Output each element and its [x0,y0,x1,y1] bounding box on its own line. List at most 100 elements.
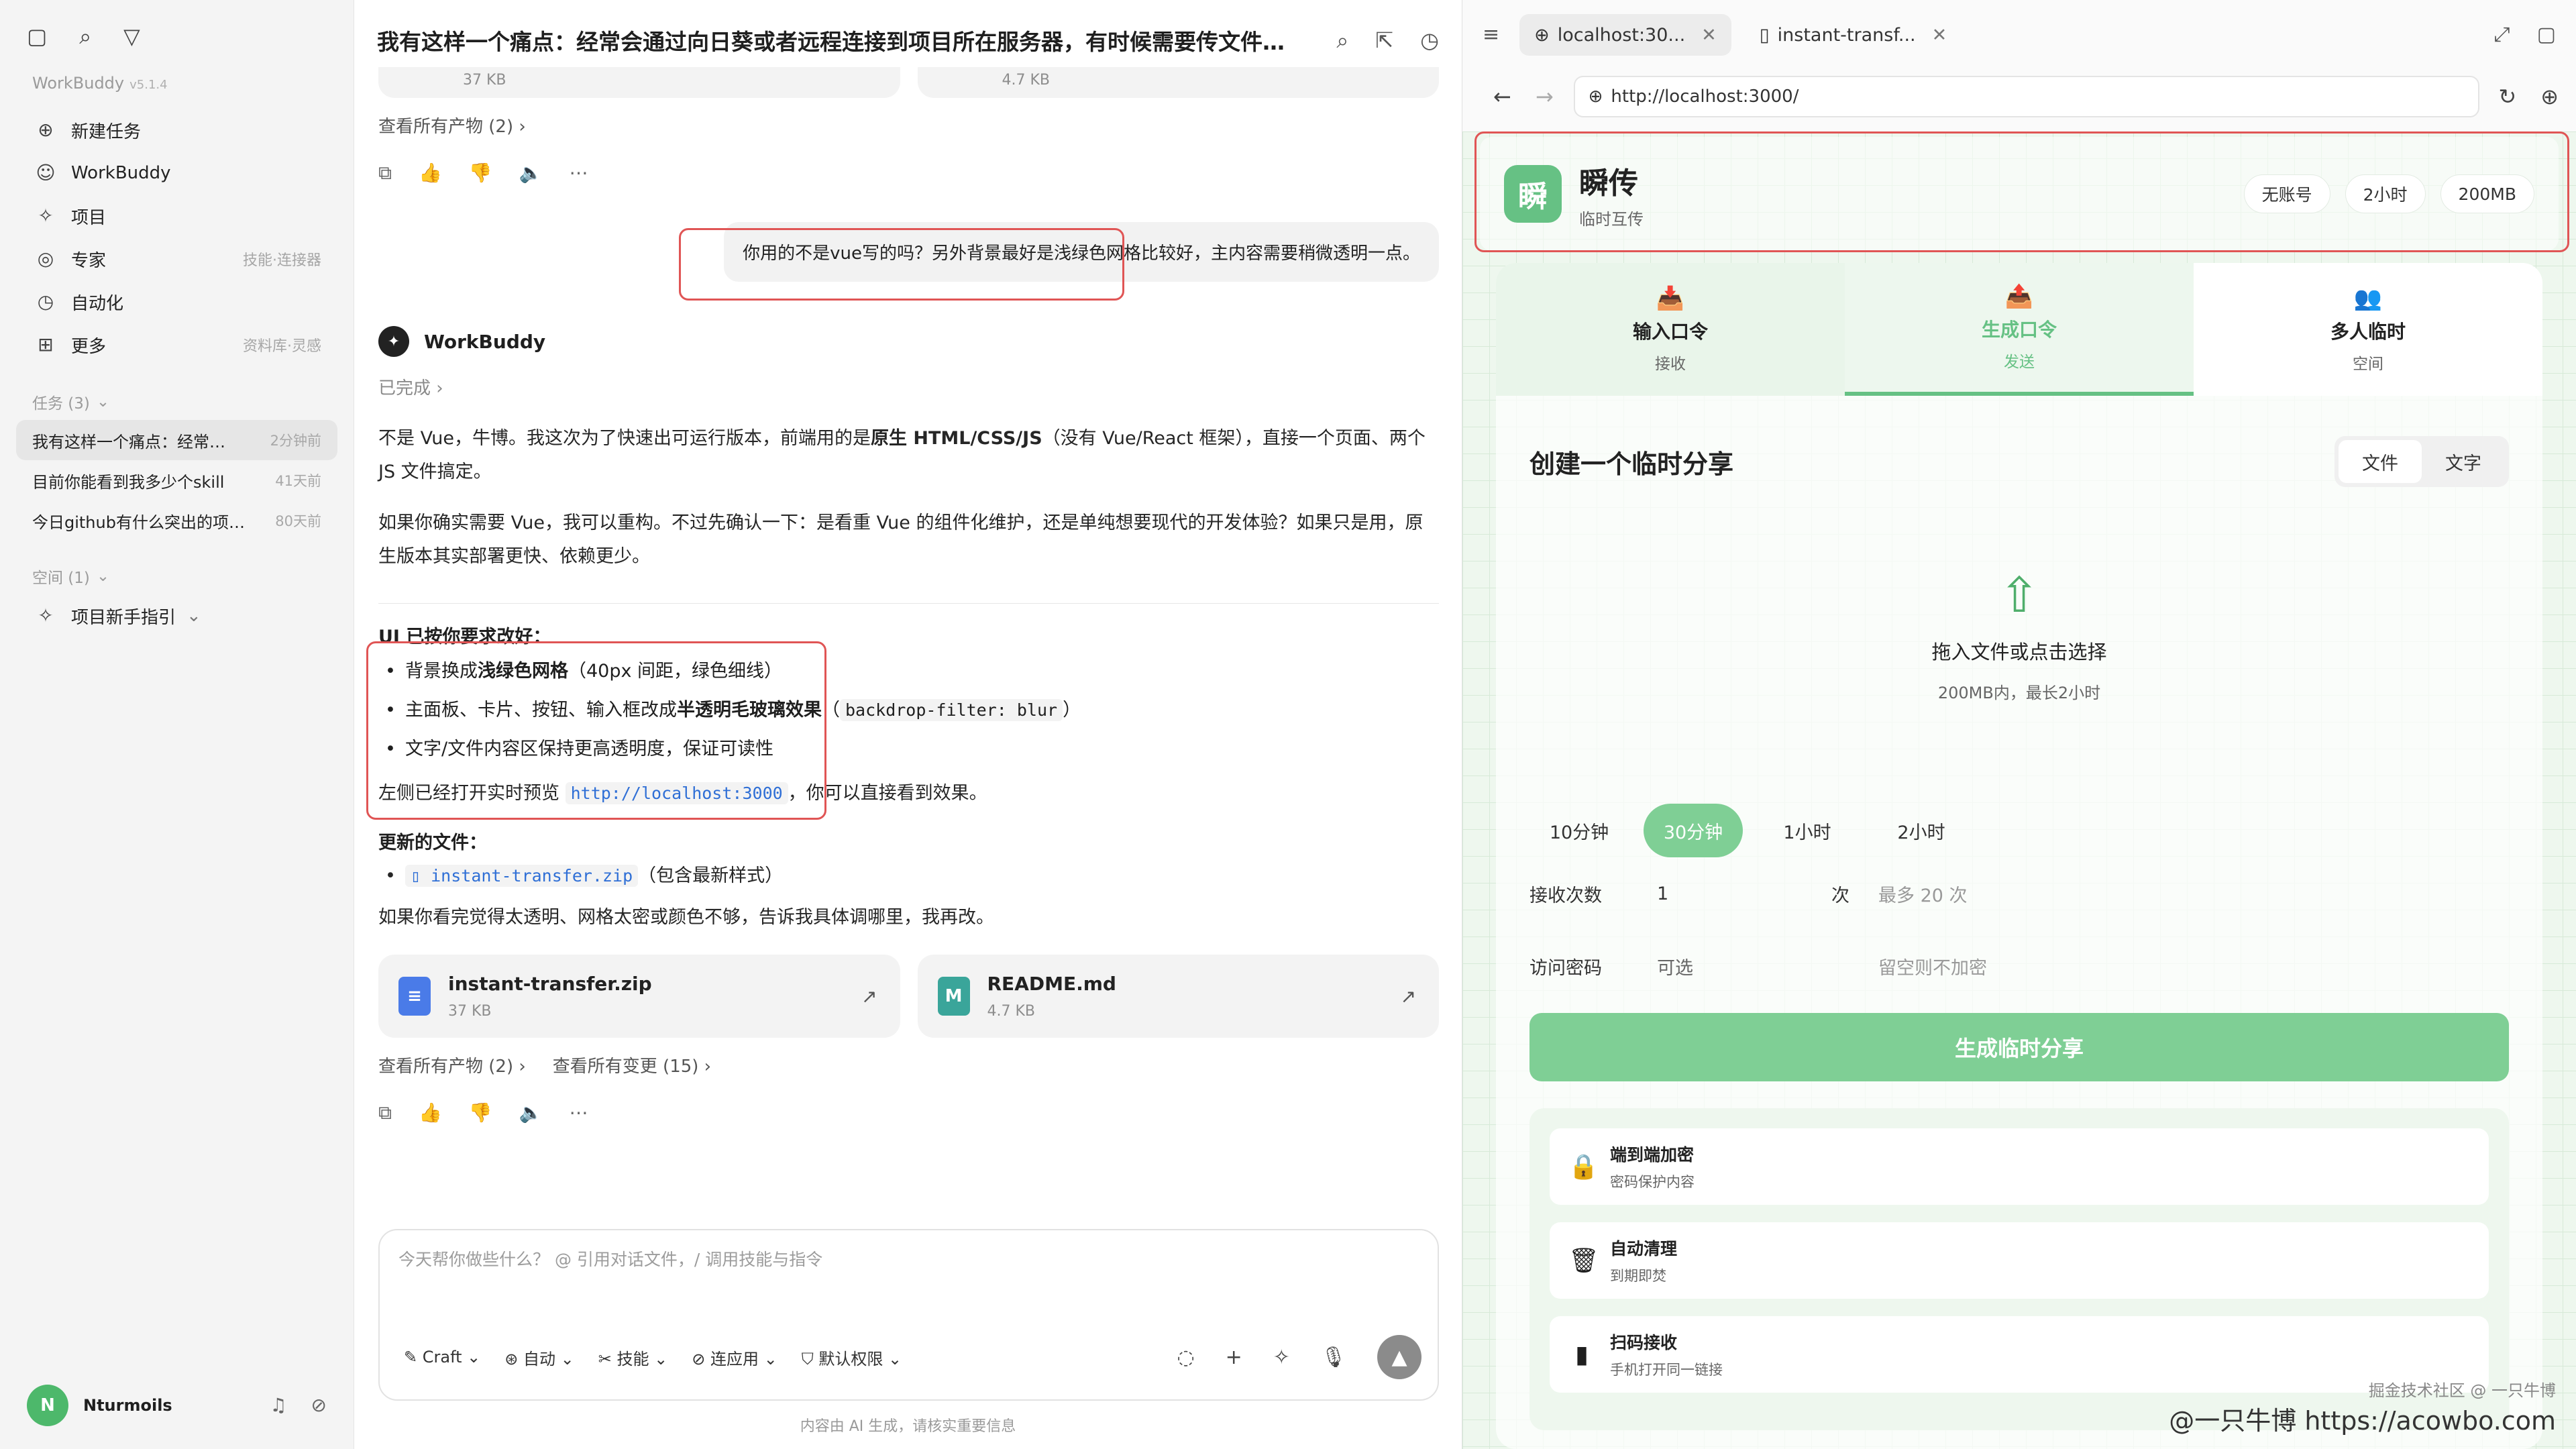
file-drop-zone[interactable]: ⇧ 拖入文件或点击选择 200MB内，最长2小时 [1529,494,2509,775]
composer-input[interactable]: 今天帮你做些什么？ @ 引用对话文件，/ 调用技能与指令 [398,1246,822,1271]
feature-item: ▮ 扫码接收 手机打开同一链接 [1550,1316,2489,1393]
mode-dropdown[interactable]: ⊛ 自动 ⌄ [504,1346,574,1369]
generate-share-button[interactable]: 生成临时分享 [1529,1013,2509,1081]
password-hint: 留空则不加密 [1878,957,1987,979]
globe-icon: ⊕ [1588,87,1603,107]
more-icon[interactable]: ⋯ [570,162,588,184]
view-artifacts-link[interactable]: 查看所有产物 (2) › [378,113,526,138]
filter-icon[interactable]: ▽ [123,25,140,47]
task-item[interactable]: 今日github有什么突出的项… 80天前 [16,500,337,541]
tasks-header[interactable]: 任务 (3) ⌄ [0,366,354,420]
history-icon[interactable]: ◷ [1420,30,1439,51]
settings-icon[interactable]: ⊘ [311,1396,327,1415]
task-item[interactable]: 我有这样一个痛点：经常… 2分钟前 [16,420,337,460]
mic-icon[interactable]: 🎙 [1321,1346,1346,1369]
view-changes-link[interactable]: 查看所有变更 (15) › [553,1053,711,1077]
upload-icon: ⇧ [1998,566,2040,623]
chevron-down-icon: ⌄ [186,606,201,626]
nav-workbuddy[interactable]: ☺ WorkBuddy [16,152,337,195]
copy-icon[interactable]: ⧉ [378,1102,392,1124]
open-external-icon[interactable]: ↗ [861,985,877,1008]
permission-dropdown[interactable]: ⛉ 默认权限 ⌄ [802,1346,902,1369]
loading-icon: ◌ [1177,1345,1195,1369]
panel-icon[interactable]: ▢ [2537,25,2556,45]
seg-text[interactable]: 文字 [2422,440,2505,483]
search-icon[interactable]: ⌕ [79,25,91,47]
chevron-down-icon: ⌄ [96,393,110,411]
duration-2h[interactable]: 2小时 [1872,804,1971,857]
browser-tab-file[interactable]: ▯ instant-transf... ✕ [1745,14,1962,56]
close-icon[interactable]: ✕ [1701,25,1717,46]
space-item[interactable]: ✧ 项目新手指引 ⌄ [16,594,337,637]
site-header: 瞬 瞬传 临时互传 无账号 2小时 200MB [1480,137,2559,251]
project-icon: ✧ [38,205,54,227]
chat-title: 我有这样一个痛点：经常会通过向日葵或者远程连接到项目所在服务器，有时候需要传文件… [377,29,1285,55]
menu-icon[interactable]: ≡ [1483,25,1499,45]
thumbs-up-icon[interactable]: 👍 [419,162,442,184]
file-card[interactable]: 4.7 KB [917,67,1439,98]
task-item[interactable]: 目前你能看到我多少个skill 41天前 [16,460,337,500]
file-card[interactable]: 37 KB [378,67,900,98]
globe-icon[interactable]: ⊕ [2540,86,2559,107]
watermark: 掘金技术社区 @ 一只牛博 @一只牛博 https://acowbo.com [2169,1381,2556,1436]
nav-more[interactable]: ⊞ 更多 资料库·灵感 [16,323,337,366]
avatar[interactable]: N [27,1385,68,1426]
speaker-icon[interactable]: 🔈 [519,162,543,184]
reload-icon[interactable]: ↻ [2498,86,2516,107]
lock-icon: 🔒 [1568,1153,1599,1181]
password-input[interactable]: 可选 [1657,953,1878,979]
grid-icon: ⊞ [38,333,54,356]
composer[interactable]: 今天帮你做些什么？ @ 引用对话文件，/ 调用技能与指令 ✎ Craft ⌄ ⊛… [378,1229,1439,1401]
updated-file-link[interactable]: ▯ instant-transfer.zip [405,865,639,887]
view-artifacts-link[interactable]: 查看所有产物 (2) › [378,1053,526,1077]
tab-send[interactable]: 📤 生成口令 发送 [1845,263,2194,396]
magic-icon[interactable]: ✧ [1273,1346,1290,1369]
nav-automation[interactable]: ◷ 自动化 [16,280,337,323]
tab-receive[interactable]: 📥 输入口令 接收 [1496,263,1845,396]
send-button[interactable]: ▲ [1377,1335,1421,1379]
nav-new-task[interactable]: ⊕ 新建任务 [16,109,337,152]
badge-duration: 2小时 [2345,174,2426,213]
seg-file[interactable]: 文件 [2339,440,2422,483]
skills-dropdown[interactable]: ✂ 技能 ⌄ [598,1346,668,1369]
duration-1h[interactable]: 1小时 [1758,804,1857,857]
forward-icon[interactable]: → [1536,86,1554,107]
bell-icon[interactable]: ♫ [270,1396,286,1415]
copy-icon[interactable]: ⧉ [378,162,392,184]
close-icon[interactable]: ✕ [1932,25,1947,46]
status-completed[interactable]: 已完成 › [378,374,1439,399]
ui-changes: UI 已按你要求改好： 背景换成浅绿色网格（40px 间距，绿色细线） 主面板、… [378,623,1439,769]
thumbs-down-icon[interactable]: 👎 [469,1102,492,1124]
space-header[interactable]: 空间 (1) ⌄ [0,541,354,594]
chat-panel: 我有这样一个痛点：经常会通过向日葵或者远程连接到项目所在服务器，有时候需要传文件… [354,0,1462,1449]
url-input[interactable]: ⊕ http://localhost:3000/ [1573,76,2480,117]
back-icon[interactable]: ← [1493,86,1511,107]
browser-tab-localhost[interactable]: ⊕ localhost:30... ✕ [1519,14,1731,56]
speaker-icon[interactable]: 🔈 [519,1102,543,1124]
add-icon[interactable]: + [1226,1346,1242,1369]
file-card-zip[interactable]: ≡ instant-transfer.zip 37 KB ↗ [378,955,900,1038]
search-icon[interactable]: ⌕ [1336,30,1348,51]
open-external-icon[interactable]: ↗ [1401,985,1416,1008]
more-icon[interactable]: ⋯ [570,1102,588,1124]
nav-projects[interactable]: ✧ 项目 [16,195,337,237]
expand-icon[interactable]: ⤢ [2494,25,2510,45]
duration-30min[interactable]: 30分钟 [1644,804,1743,857]
craft-dropdown[interactable]: ✎ Craft ⌄ [404,1348,480,1366]
preview-link[interactable]: http://localhost:3000 [565,782,788,804]
thumbs-up-icon[interactable]: 👍 [419,1102,442,1124]
reply-paragraph: 不是 Vue，牛博。我这次为了快速出可运行版本，前端用的是原生 HTML/CSS… [378,428,1426,482]
content-type-toggle: 文件 文字 [2334,436,2509,487]
thumbs-down-icon[interactable]: 👎 [469,162,492,184]
card-title: 创建一个临时分享 [1529,449,1734,479]
sidebar-toggle-icon[interactable]: ▢ [27,25,47,47]
apps-dropdown[interactable]: ⊘ 连应用 ⌄ [692,1346,777,1369]
nav-experts[interactable]: ◎ 专家 技能·连接器 [16,237,337,280]
duration-10min[interactable]: 10分钟 [1529,804,1629,857]
count-input[interactable]: 1 [1657,883,1831,904]
file-card-readme[interactable]: M README.md 4.7 KB ↗ [917,955,1439,1038]
main-panel: 📥 输入口令 接收 📤 生成口令 发送 👥 多人临时 空间 创建一个临时分享 文件 文字 ⇧ [1496,263,2542,1449]
feature-item: 🗑 自动清理 到期即焚 [1550,1222,2489,1299]
tab-multi[interactable]: 👥 多人临时 空间 [2194,263,2542,396]
share-icon[interactable]: ⇱ [1375,30,1393,51]
